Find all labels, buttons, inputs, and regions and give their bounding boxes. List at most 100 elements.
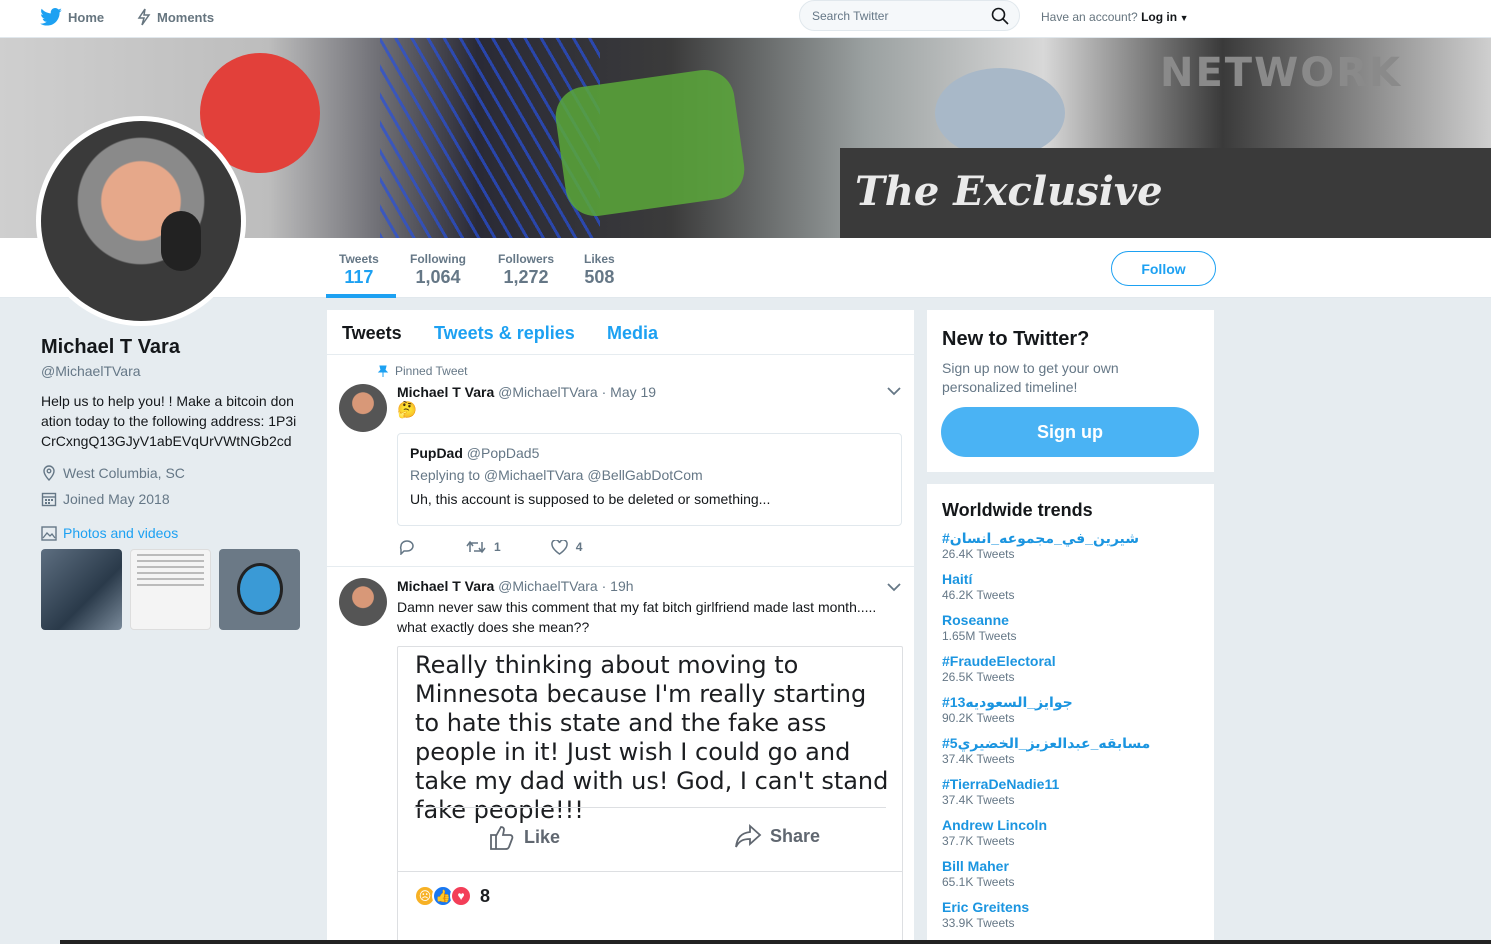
trend-item[interactable]: #جوايز_السعوديه13 90.2K Tweets bbox=[942, 693, 1199, 726]
lightning-icon bbox=[137, 8, 151, 26]
active-stat-underline bbox=[326, 294, 396, 298]
search-input[interactable]: Search Twitter bbox=[799, 0, 1020, 31]
photos-videos-link[interactable]: Photos and videos bbox=[41, 525, 301, 541]
stat-tweets[interactable]: Tweets 117 bbox=[339, 252, 379, 288]
trend-name[interactable]: #جوايز_السعوديه13 bbox=[942, 693, 1199, 711]
retweet-button[interactable]: 1 bbox=[466, 540, 501, 554]
trend-name[interactable]: Andrew Lincoln bbox=[942, 816, 1199, 834]
profile-bio: Help us to help you! ! Make a bitcoin do… bbox=[41, 393, 297, 449]
banner-recycle-graphic bbox=[551, 66, 749, 220]
timeline-tabs: Tweets Tweets & replies Media bbox=[327, 310, 914, 355]
image-like-label: Like bbox=[524, 826, 561, 847]
reply-button[interactable] bbox=[399, 539, 416, 555]
tweet-author-name[interactable]: Michael T Vara bbox=[397, 578, 494, 594]
stat-label: Followers bbox=[498, 252, 555, 266]
media-thumbnail[interactable] bbox=[219, 549, 300, 630]
timeline: Tweets Tweets & replies Media Pinned Twe… bbox=[327, 310, 914, 944]
media-thumbnail[interactable] bbox=[130, 549, 211, 630]
tweet-text: Damn never saw this comment that my fat … bbox=[397, 599, 877, 635]
profile-handle[interactable]: @MichaelTVara bbox=[41, 363, 301, 379]
divider bbox=[414, 807, 886, 808]
profile-avatar[interactable] bbox=[36, 116, 246, 326]
caret-down-icon[interactable]: ▼ bbox=[1177, 13, 1189, 23]
stat-likes[interactable]: Likes 508 bbox=[584, 252, 615, 288]
trend-name[interactable]: Eric Greitens bbox=[942, 898, 1199, 916]
banner-network-text: NETWORK bbox=[1160, 50, 1403, 96]
trend-name[interactable]: Haití bbox=[942, 570, 1199, 588]
trend-item[interactable]: Andrew Lincoln 37.7K Tweets bbox=[942, 816, 1199, 849]
thumb-line bbox=[137, 566, 204, 568]
search-placeholder: Search Twitter bbox=[812, 9, 889, 23]
tweet-actions: 1 4 bbox=[399, 539, 632, 555]
trend-count: 1.65M Tweets bbox=[942, 629, 1017, 643]
tweet[interactable]: Pinned Tweet Michael T Vara @MichaelTVar… bbox=[327, 355, 914, 567]
stat-value: 508 bbox=[584, 267, 615, 287]
media-thumbnail[interactable] bbox=[41, 549, 122, 630]
quoted-tweet[interactable]: PupDad @PopDad5 Replying to @MichaelTVar… bbox=[397, 433, 902, 526]
profile-name[interactable]: Michael T Vara bbox=[41, 336, 301, 359]
tab-media[interactable]: Media bbox=[607, 323, 658, 344]
chevron-down-icon[interactable] bbox=[887, 386, 901, 396]
like-count: 4 bbox=[575, 540, 583, 554]
trend-name[interactable]: Bill Maher bbox=[942, 857, 1199, 875]
tweet-avatar[interactable] bbox=[339, 384, 387, 432]
signup-button[interactable]: Sign up bbox=[941, 407, 1199, 457]
tweet-header: Michael T Vara @MichaelTVara · 19h bbox=[397, 578, 634, 594]
retweet-icon bbox=[466, 540, 486, 554]
trend-item[interactable]: Bill Maher 65.1K Tweets bbox=[942, 857, 1199, 890]
login-link[interactable]: Log in bbox=[1141, 10, 1177, 24]
retweet-count: 1 bbox=[494, 540, 501, 554]
trend-item[interactable]: Roseanne 1.65M Tweets bbox=[942, 611, 1199, 644]
tweet-meta[interactable]: @MichaelTVara · May 19 bbox=[498, 384, 656, 400]
trend-name[interactable]: #مسابقه_عبدالعزيز_الخضيري5 bbox=[942, 734, 1199, 752]
thumbs-up-icon bbox=[490, 826, 514, 850]
nav-moments[interactable]: Moments bbox=[137, 8, 214, 26]
tab-tweets[interactable]: Tweets bbox=[342, 323, 402, 344]
avatar-image bbox=[41, 121, 241, 321]
quote-header: PupDad @PopDad5 bbox=[410, 445, 889, 461]
tweet-avatar[interactable] bbox=[339, 578, 387, 626]
tweet-text: 🤔 bbox=[397, 402, 417, 419]
image-icon bbox=[41, 525, 57, 541]
trend-item[interactable]: Haití 46.2K Tweets bbox=[942, 570, 1199, 603]
tab-tweets-replies[interactable]: Tweets & replies bbox=[434, 323, 575, 344]
nav-home[interactable]: Home bbox=[40, 8, 104, 26]
quote-author-name: PupDad bbox=[410, 445, 463, 461]
tweet-meta[interactable]: @MichaelTVara · 19h bbox=[498, 578, 633, 594]
tweet-image[interactable]: Really thinking about moving to Minnesot… bbox=[397, 646, 903, 944]
troll-face-graphic bbox=[237, 563, 283, 615]
trend-name[interactable]: #TierraDeNadie11 bbox=[942, 775, 1199, 793]
location-pin-icon bbox=[43, 465, 55, 481]
login-area: Have an account? Log in ▼ bbox=[1041, 10, 1189, 24]
stat-following[interactable]: Following 1,064 bbox=[410, 252, 466, 288]
search-icon[interactable] bbox=[991, 7, 1009, 25]
trend-item[interactable]: #شيرين_في_مجموعه_انسان 26.4K Tweets bbox=[942, 529, 1199, 562]
like-button[interactable]: 4 bbox=[550, 539, 583, 555]
tweet-author-name[interactable]: Michael T Vara bbox=[397, 384, 494, 400]
follow-button[interactable]: Follow bbox=[1111, 251, 1216, 286]
trends-card: Worldwide trends #شيرين_في_مجموعه_انسان 2… bbox=[927, 484, 1214, 944]
trend-item[interactable]: #مسابقه_عبدالعزيز_الخضيري5 37.4K Tweets bbox=[942, 734, 1199, 767]
divider bbox=[398, 871, 902, 872]
trend-name[interactable]: #شيرين_في_مجموعه_انسان bbox=[942, 529, 1199, 547]
trend-name[interactable]: #FraudeElectoral bbox=[942, 652, 1199, 670]
banner-title: The Exclusive bbox=[855, 168, 1163, 215]
chevron-down-icon[interactable] bbox=[887, 582, 901, 592]
image-share-button: Share bbox=[734, 823, 820, 849]
reaction-count: 8 bbox=[480, 885, 491, 906]
stat-followers[interactable]: Followers 1,272 bbox=[498, 252, 554, 288]
tweet[interactable]: Michael T Vara @MichaelTVara · 19h Damn … bbox=[327, 568, 914, 944]
nav-home-label: Home bbox=[68, 9, 105, 25]
nav-moments-label: Moments bbox=[157, 9, 215, 25]
calendar-icon bbox=[41, 492, 57, 507]
pin-icon bbox=[377, 365, 389, 377]
trend-name[interactable]: Roseanne bbox=[942, 611, 1199, 629]
image-reactions: ☹ 👍 ♥ 8 bbox=[414, 885, 490, 907]
avatar-microphone bbox=[161, 211, 201, 271]
trend-item[interactable]: #FraudeElectoral 26.5K Tweets bbox=[942, 652, 1199, 685]
image-post-text: Really thinking about moving to Minnesot… bbox=[415, 651, 889, 824]
trend-count: 33.9K Tweets bbox=[942, 916, 1015, 930]
trend-count: 26.4K Tweets bbox=[942, 547, 1015, 561]
trend-item[interactable]: #TierraDeNadie11 37.4K Tweets bbox=[942, 775, 1199, 808]
trend-item[interactable]: Eric Greitens 33.9K Tweets bbox=[942, 898, 1199, 931]
